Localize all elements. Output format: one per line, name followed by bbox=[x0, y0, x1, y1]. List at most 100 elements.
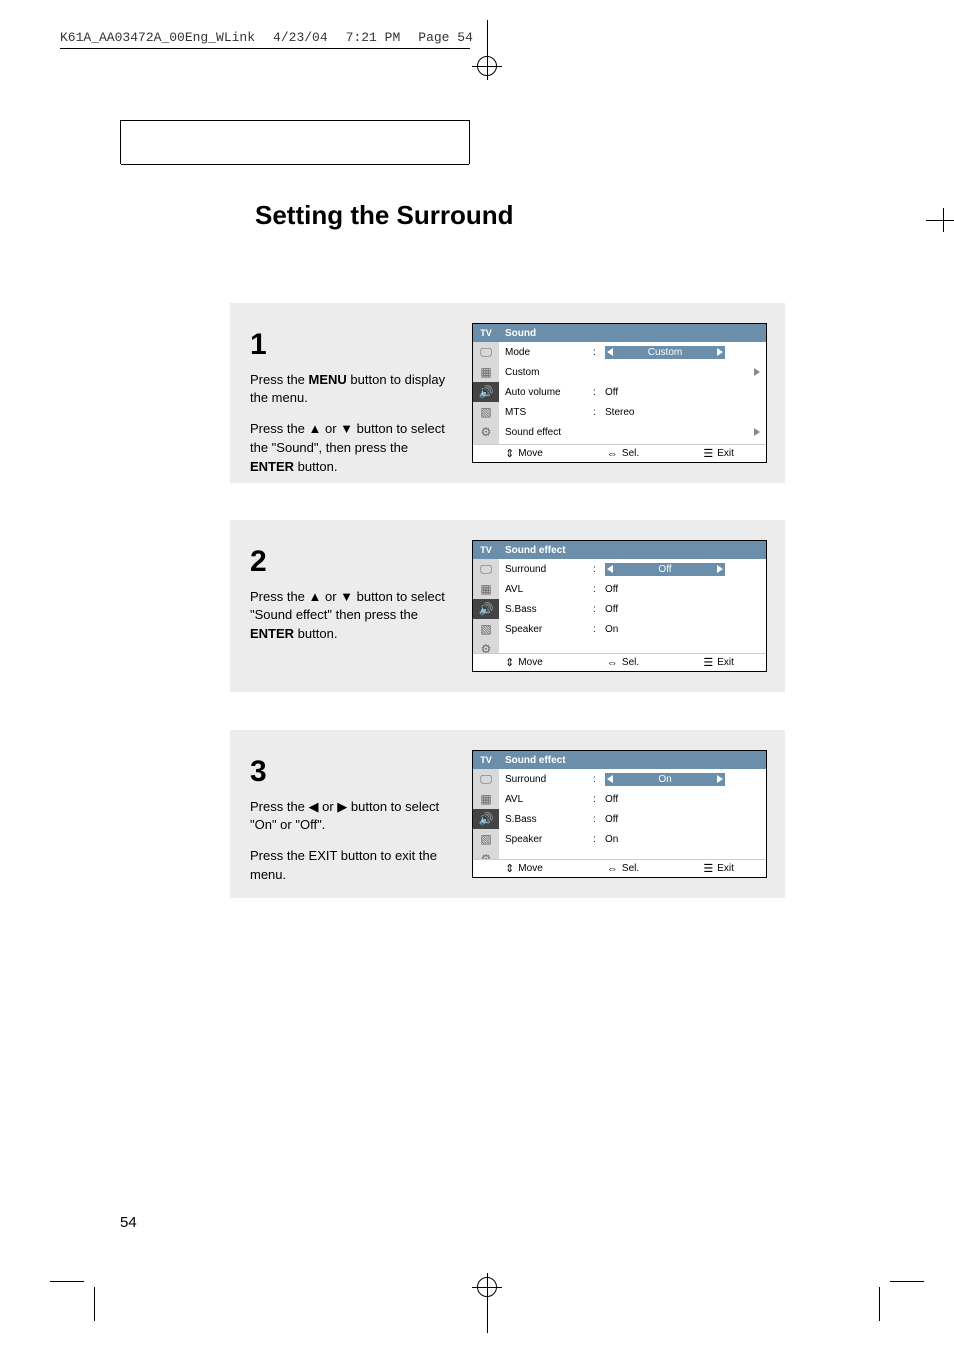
picture-icon: ▦ bbox=[473, 362, 499, 382]
val: Off bbox=[605, 563, 766, 576]
osd-row-mode: Mode: Custom bbox=[499, 342, 766, 362]
t: Press the bbox=[250, 372, 309, 387]
tv-icon: TV bbox=[473, 541, 499, 559]
label: Speaker bbox=[505, 834, 587, 845]
sound-icon: 🔊 bbox=[473, 382, 499, 402]
val: Off bbox=[605, 604, 766, 615]
colon: : bbox=[593, 814, 599, 825]
print-header-file: K61A_AA03472A_00Eng_WLink bbox=[60, 30, 255, 45]
footer-move: ⇕ Move bbox=[505, 447, 543, 460]
step-1-text: 1 Press the MENU button to display the m… bbox=[250, 323, 450, 463]
val: On bbox=[605, 834, 766, 845]
t-bold: ENTER bbox=[250, 626, 294, 641]
value: Off bbox=[605, 604, 618, 615]
setup-icon: ⚙ bbox=[473, 422, 499, 442]
step-2-text: 2 Press the ▲ or ▼ button to select "Sou… bbox=[250, 540, 450, 672]
right-arrow-icon bbox=[754, 368, 760, 376]
osd-row-custom: Custom bbox=[499, 362, 766, 382]
value: Off bbox=[605, 584, 618, 595]
step-3-para-1: Press the ◀ or ▶ button to select "On" o… bbox=[250, 798, 450, 836]
footer-sel: ⇔Sel. bbox=[607, 863, 639, 875]
val: On bbox=[605, 773, 766, 786]
val: On bbox=[605, 624, 766, 635]
label: Surround bbox=[505, 564, 587, 575]
osd-row-sbass: S.Bass: Off bbox=[499, 599, 766, 619]
osd-row-speaker: Speaker: On bbox=[499, 829, 766, 849]
colon: : bbox=[593, 564, 599, 575]
footer-move: ⇕Move bbox=[505, 656, 543, 669]
input-icon: 🖵 bbox=[473, 342, 499, 362]
tv-icon: TV bbox=[473, 324, 499, 342]
label: AVL bbox=[505, 584, 587, 595]
label: Sel. bbox=[622, 657, 639, 668]
step-1-para-1: Press the MENU button to display the men… bbox=[250, 371, 450, 409]
step-3-text: 3 Press the ◀ or ▶ button to select "On"… bbox=[250, 750, 450, 878]
val: Stereo bbox=[605, 407, 766, 418]
menu-icon: ☰ bbox=[703, 862, 713, 875]
colon: : bbox=[593, 834, 599, 845]
picture-icon: ▦ bbox=[473, 579, 499, 599]
t-bold: ENTER bbox=[250, 459, 294, 474]
value: On bbox=[658, 774, 671, 785]
label: Sound effect bbox=[505, 427, 587, 438]
val: Off bbox=[605, 794, 766, 805]
channel-icon: ▧ bbox=[473, 829, 499, 849]
updown-icon: ⇕ bbox=[505, 447, 514, 460]
osd-sidebar: TV 🖵 ▦ 🔊 ▧ ⚙ bbox=[473, 751, 499, 859]
step-panel-1: 1 Press the MENU button to display the m… bbox=[230, 303, 785, 483]
step-panel-2: 2 Press the ▲ or ▼ button to select "Sou… bbox=[230, 520, 785, 692]
label: Surround bbox=[505, 774, 587, 785]
label: AVL bbox=[505, 794, 587, 805]
print-header-time: 7:21 PM bbox=[346, 30, 401, 45]
label: Exit bbox=[717, 448, 734, 459]
osd-row-speaker: Speaker: On bbox=[499, 619, 766, 639]
value: Off bbox=[605, 387, 618, 398]
osd-row-mts: MTS: Stereo bbox=[499, 402, 766, 422]
t-bold: MENU bbox=[309, 372, 347, 387]
registration-mark-top bbox=[468, 20, 508, 80]
label: Speaker bbox=[505, 624, 587, 635]
t: button. bbox=[294, 626, 337, 641]
osd-screen-3: TV 🖵 ▦ 🔊 ▧ ⚙ Sound effect Surround: On A… bbox=[472, 750, 767, 878]
left-arrow-icon bbox=[607, 565, 613, 573]
label: Move bbox=[518, 863, 542, 874]
step-3-number: 3 bbox=[250, 750, 450, 794]
colon: : bbox=[593, 604, 599, 615]
crop-mark-bottom-right bbox=[864, 1241, 924, 1301]
val bbox=[593, 368, 766, 376]
value: Off bbox=[658, 564, 671, 575]
page-root: K61A_AA03472A_00Eng_WLink 4/23/04 7:21 P… bbox=[0, 0, 954, 1351]
step-2-number: 2 bbox=[250, 540, 450, 584]
print-header-date: 4/23/04 bbox=[273, 30, 328, 45]
title-frame bbox=[120, 120, 470, 164]
osd-row-soundeffect: Sound effect bbox=[499, 422, 766, 442]
header-rule bbox=[60, 48, 470, 49]
osd-row-sbass: S.Bass: Off bbox=[499, 809, 766, 829]
right-arrow-icon bbox=[717, 565, 723, 573]
label: Sel. bbox=[622, 448, 639, 459]
osd-sidebar: TV 🖵 ▦ 🔊 ▧ ⚙ bbox=[473, 324, 499, 444]
page-number: 54 bbox=[120, 1214, 137, 1231]
sound-icon: 🔊 bbox=[473, 809, 499, 829]
osd-row-autovol: Auto volume: Off bbox=[499, 382, 766, 402]
input-icon: 🖵 bbox=[473, 769, 499, 789]
value: On bbox=[605, 624, 618, 635]
label: Move bbox=[518, 657, 542, 668]
t: Press the ▲ or ▼ button to select "Sound… bbox=[250, 589, 445, 623]
crop-mark-bottom-left bbox=[50, 1241, 110, 1301]
label: Move bbox=[518, 448, 542, 459]
val bbox=[593, 428, 766, 436]
left-arrow-icon bbox=[607, 775, 613, 783]
value: On bbox=[605, 834, 618, 845]
registration-mark-bottom bbox=[468, 1273, 508, 1333]
channel-icon: ▧ bbox=[473, 619, 499, 639]
footer-sel: ⇔Sel. bbox=[607, 657, 639, 669]
colon: : bbox=[593, 624, 599, 635]
osd-footer: ⇕Move ⇔Sel. ☰Exit bbox=[473, 859, 766, 877]
colon: : bbox=[593, 347, 599, 358]
footer-exit: ☰Exit bbox=[703, 862, 734, 875]
label: MTS bbox=[505, 407, 587, 418]
channel-icon: ▧ bbox=[473, 402, 499, 422]
step-1-number: 1 bbox=[250, 323, 450, 367]
label: Exit bbox=[717, 657, 734, 668]
